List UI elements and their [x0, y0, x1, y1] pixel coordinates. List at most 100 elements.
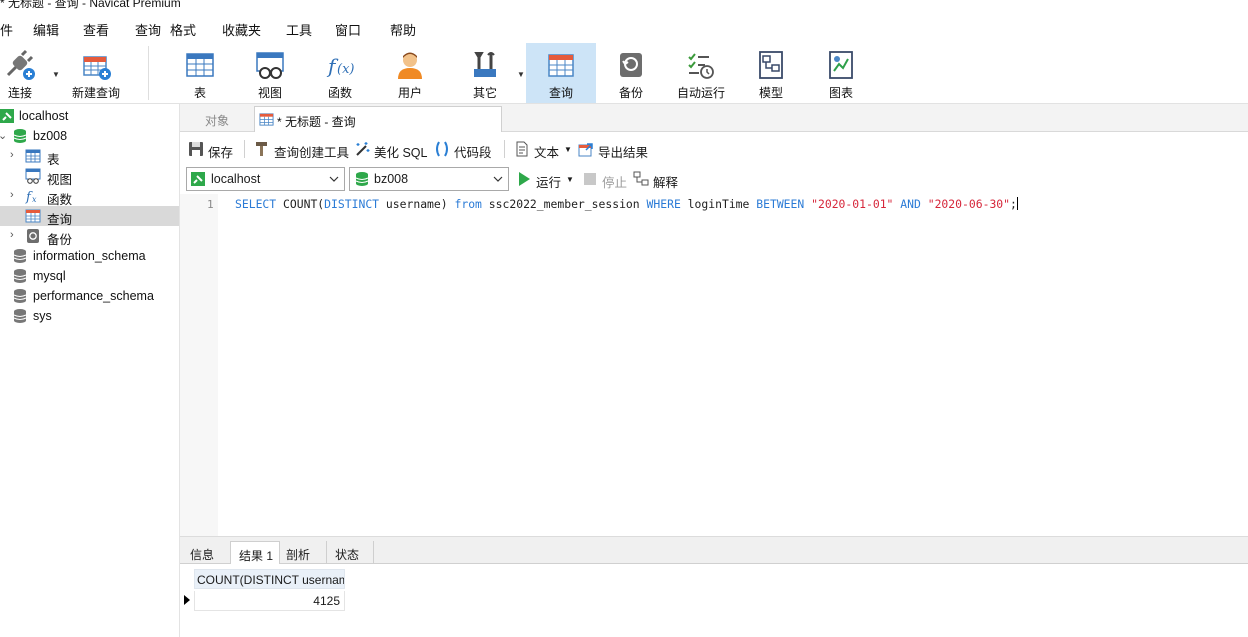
toolbar-divider — [148, 46, 149, 100]
menu-query[interactable]: 查询 — [135, 20, 161, 39]
automation-button[interactable]: 自动运行 — [671, 43, 731, 103]
explain-icon — [633, 171, 649, 186]
run-label: 运行 — [536, 176, 562, 190]
tab-objects[interactable]: 对象 — [180, 106, 252, 132]
other-dropdown-icon[interactable]: ▼ — [517, 70, 525, 79]
window-title: * 无标题 - 查询 - Navicat Premium — [0, 0, 181, 10]
sql-keyword: DISTINCT — [324, 197, 380, 211]
tab-info[interactable]: 信息 — [182, 541, 228, 565]
tree-views[interactable]: 视图 — [0, 166, 179, 187]
run-button[interactable]: 运行 — [516, 171, 566, 190]
sql-token: loginTime — [680, 197, 757, 211]
sql-code-line[interactable]: SELECT COUNT(DISTINCT username) from ssc… — [235, 197, 1018, 211]
run-dropdown-icon[interactable]: ▼ — [566, 175, 576, 193]
connect-dropdown-icon[interactable]: ▼ — [52, 70, 60, 79]
save-button[interactable]: 保存 — [188, 141, 240, 160]
function-button[interactable]: f (x) 函数 — [310, 43, 370, 103]
cell-value: 4125 — [313, 594, 340, 608]
user-button[interactable]: 用户 — [380, 43, 440, 103]
table-icon — [25, 149, 41, 163]
menu-view[interactable]: 查看 — [83, 20, 109, 39]
export-results-button[interactable]: 导出结果 — [578, 141, 652, 160]
tab-status[interactable]: 状态 — [326, 541, 374, 565]
tree-database-information-schema[interactable]: information_schema — [0, 246, 179, 266]
database-icon — [13, 249, 27, 263]
tree-database-sys[interactable]: sys — [0, 306, 179, 326]
text-caret — [1016, 197, 1018, 210]
menu-bar: 件 编辑 查看 查询 格式 收藏夹 工具 窗口 帮助 — [0, 16, 1248, 40]
query-icon — [25, 209, 41, 223]
chevron-right-icon[interactable]: › — [10, 189, 14, 201]
stop-button[interactable]: 停止 — [582, 171, 630, 190]
text-button[interactable]: 文本 — [514, 141, 568, 160]
connect-label: 连接 — [7, 86, 32, 100]
sql-string: "2020-06-30" — [927, 197, 1011, 211]
chevron-down-icon[interactable]: ⌄ — [0, 129, 7, 142]
tree-backups[interactable]: › 备份 — [0, 226, 179, 247]
chart-button[interactable]: 图表 — [811, 43, 871, 103]
text-dropdown-icon[interactable]: ▼ — [564, 145, 574, 163]
tab-profile[interactable]: 剖析 — [278, 541, 326, 565]
table-button[interactable]: 表 — [170, 43, 230, 103]
user-label: 用户 — [397, 86, 422, 100]
tree-functions[interactable]: › f x 函数 — [0, 186, 179, 207]
menu-tools[interactable]: 工具 — [286, 20, 312, 39]
connection-select[interactable]: localhost — [186, 167, 345, 191]
line-number: 1 — [207, 198, 214, 211]
column-header[interactable]: COUNT(DISTINCT username) — [194, 569, 345, 589]
database-select[interactable]: bz008 — [349, 167, 509, 191]
beautify-sql-label: 美化 SQL — [374, 146, 428, 160]
parentheses-icon — [436, 141, 448, 157]
connection-bar: localhost bz008 运行 ▼ 停止 解释 — [180, 164, 1248, 194]
sql-keyword: BETWEEN — [756, 197, 805, 211]
database-icon — [355, 172, 369, 186]
backup-icon — [620, 53, 642, 77]
query-builder-button[interactable]: 查询创建工具 — [254, 141, 350, 160]
query-toolbar: 保存 查询创建工具 美化 SQL 代码段 文本 ▼ 导出结果 — [180, 136, 1248, 162]
tree-tables[interactable]: › 表 — [0, 146, 179, 167]
menu-file[interactable]: 件 — [0, 20, 13, 39]
main-toolbar: 连接 ▼ 新建查询 表 视图 f (x) 函数 用户 其它 ▼ 查询 备份 自动… — [0, 40, 1248, 104]
model-button[interactable]: 模型 — [741, 43, 801, 103]
svg-text:x: x — [32, 195, 37, 204]
connect-button[interactable]: 连接 — [0, 43, 40, 103]
code-snippet-button[interactable]: 代码段 — [434, 141, 494, 160]
connection-icon — [191, 172, 205, 186]
menu-format[interactable]: 格式 — [170, 20, 196, 39]
view-button[interactable]: 视图 — [240, 43, 300, 103]
chevron-right-icon[interactable]: › — [10, 229, 14, 241]
menu-window[interactable]: 窗口 — [335, 20, 361, 39]
function-label: 函数 — [327, 86, 352, 100]
other-button[interactable]: 其它 — [455, 43, 515, 103]
tree-queries[interactable]: 查询 — [0, 206, 179, 227]
menu-favorites[interactable]: 收藏夹 — [222, 20, 261, 39]
tab-query[interactable]: * 无标题 - 查询 — [254, 106, 502, 132]
query-button[interactable]: 查询 — [526, 43, 596, 103]
explain-label: 解释 — [653, 176, 679, 190]
explain-button[interactable]: 解释 — [633, 171, 683, 190]
backup-button[interactable]: 备份 — [601, 43, 661, 103]
table-cell[interactable]: 4125 — [194, 591, 345, 611]
svg-text:(x): (x) — [337, 62, 354, 77]
tab-result-1[interactable]: 结果 1 — [230, 541, 280, 565]
tree-database-mysql[interactable]: mysql — [0, 266, 179, 286]
new-query-button[interactable]: 新建查询 — [68, 43, 124, 103]
tree-database-performance-schema[interactable]: performance_schema — [0, 286, 179, 306]
menu-edit[interactable]: 编辑 — [33, 20, 59, 39]
line-gutter: 1 — [180, 194, 218, 536]
sql-token: ; — [1010, 197, 1017, 211]
tree-label: bz008 — [33, 129, 68, 143]
database-icon — [13, 309, 27, 323]
chevron-right-icon[interactable]: › — [10, 149, 14, 161]
tree-connection-localhost[interactable]: localhost — [0, 106, 179, 126]
sql-editor[interactable]: 1 SELECT COUNT(DISTINCT username) from s… — [180, 194, 1248, 536]
beautify-sql-button[interactable]: 美化 SQL — [354, 141, 428, 160]
view-icon — [256, 52, 284, 79]
chart-label: 图表 — [828, 86, 853, 100]
connection-value: localhost — [211, 172, 261, 186]
tree-database-bz008[interactable]: ⌄ bz008 — [0, 126, 179, 146]
menu-help[interactable]: 帮助 — [390, 20, 416, 39]
magic-wand-icon — [356, 142, 370, 156]
column-header-label: COUNT(DISTINCT username) — [197, 573, 344, 587]
